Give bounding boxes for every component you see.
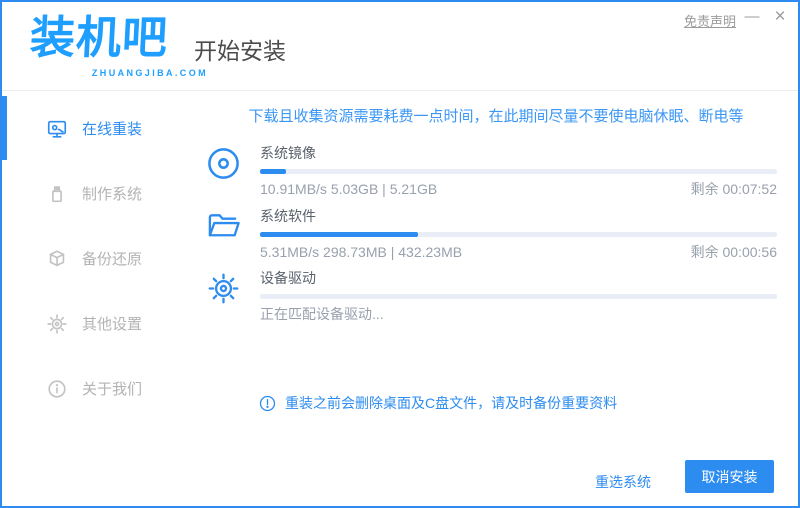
sidebar-item-label: 关于我们 <box>82 381 143 398</box>
backup-cube-icon <box>46 248 68 270</box>
minimize-button[interactable]: — <box>742 6 762 28</box>
driver-gear-icon <box>206 271 241 306</box>
disclaimer-link[interactable]: 免责声明 <box>684 11 736 30</box>
sidebar-item-make-system[interactable]: 制作系统 <box>2 161 192 226</box>
cancel-install-button[interactable]: 取消安装 <box>685 460 774 493</box>
active-indicator <box>2 96 7 160</box>
app-window: 装机吧 ZHUANGJIBA.COM 开始安装 免责声明 — × 在线重装 制作… <box>0 0 800 508</box>
progress-bar <box>260 232 777 237</box>
brand-logo: 装机吧 ZHUANGJIBA.COM <box>28 12 206 82</box>
task-status: 正在匹配设备驱动... <box>260 306 384 322</box>
task-remaining-time: 剩余 00:07:52 <box>690 181 777 197</box>
sidebar-item-other-settings[interactable]: 其他设置 <box>2 291 192 356</box>
sidebar-item-label: 制作系统 <box>82 186 143 203</box>
download-warning-text: 下载且收集资源需要耗费一点时间，在此期间尽量不要使电脑休眠、断电等 <box>248 108 744 125</box>
task-row-system-software: 系统软件 5.31MB/s 298.73MB | 432.23MB 剩余 00:… <box>205 207 777 261</box>
task-row-device-driver: 设备驱动 正在匹配设备驱动... <box>205 269 777 323</box>
task-remaining-time: 剩余 00:00:56 <box>690 244 777 260</box>
progress-bar <box>260 169 777 174</box>
monitor-icon <box>46 118 68 140</box>
sidebar-item-label: 在线重装 <box>82 121 143 138</box>
backup-note: 重装之前会删除桌面及C盘文件，请及时备份重要资料 <box>259 393 617 413</box>
task-title: 系统软件 <box>260 208 316 224</box>
title-bar: 装机吧 ZHUANGJIBA.COM 开始安装 免责声明 — × <box>2 2 798 90</box>
progress-bar-fill <box>260 232 418 237</box>
page-title: 开始安装 <box>194 38 286 64</box>
folder-icon <box>206 209 241 244</box>
usb-icon <box>46 183 68 205</box>
sidebar-item-backup-restore[interactable]: 备份还原 <box>2 226 192 291</box>
task-stats: 5.31MB/s 298.73MB | 432.23MB <box>260 244 463 260</box>
alert-circle-icon <box>259 395 276 412</box>
sidebar: 在线重装 制作系统 备份还原 其他设置 关于我们 <box>2 91 192 506</box>
close-icon[interactable]: × <box>770 6 790 28</box>
task-row-system-image: 系统镜像 10.91MB/s 5.03GB | 5.21GB 剩余 00:07:… <box>205 144 777 198</box>
progress-bar <box>260 294 777 299</box>
task-title: 系统镜像 <box>260 145 316 161</box>
backup-note-text: 重装之前会删除桌面及C盘文件，请及时备份重要资料 <box>285 395 618 411</box>
task-title: 设备驱动 <box>260 270 316 286</box>
info-icon <box>46 378 68 400</box>
task-stats: 10.91MB/s 5.03GB | 5.21GB <box>260 181 438 197</box>
disc-icon <box>206 146 241 181</box>
sidebar-item-about-us[interactable]: 关于我们 <box>2 356 192 421</box>
brand-logo-domain: ZHUANGJIBA.COM <box>91 68 208 78</box>
gear-icon <box>46 313 68 335</box>
sidebar-item-label: 备份还原 <box>82 251 143 268</box>
brand-logo-text: 装机吧 <box>28 12 170 63</box>
sidebar-item-label: 其他设置 <box>82 316 143 333</box>
reselect-system-button[interactable]: 重选系统 <box>585 465 661 499</box>
sidebar-item-online-reinstall[interactable]: 在线重装 <box>2 96 192 161</box>
progress-bar-fill <box>260 169 286 174</box>
